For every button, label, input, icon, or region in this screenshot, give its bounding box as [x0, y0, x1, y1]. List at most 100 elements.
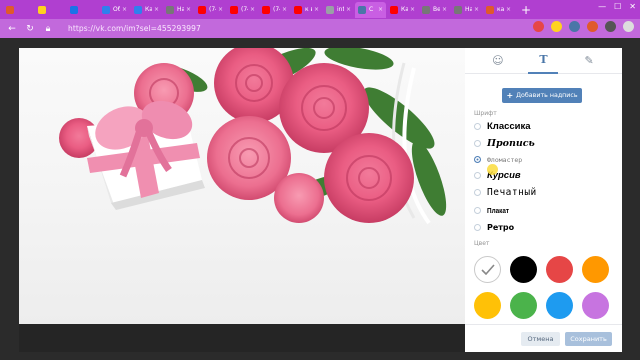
- tab-close-icon[interactable]: ×: [250, 6, 255, 13]
- extension-bar: [533, 21, 634, 32]
- font-label: Классика: [487, 121, 531, 132]
- tab-favicon-icon: [134, 5, 142, 14]
- font-option-propis[interactable]: Пропись: [474, 136, 535, 151]
- add-text-button[interactable]: + Добавить надпись: [502, 88, 582, 103]
- profile-avatar[interactable]: [623, 21, 634, 32]
- font-label: Пропись: [487, 138, 535, 149]
- mouse-cursor-highlight: [487, 164, 498, 175]
- browser-tab[interactable]: С ×: [355, 1, 386, 18]
- tab-sticker[interactable]: ☺: [483, 48, 513, 74]
- font-radio[interactable]: [474, 140, 481, 147]
- color-swatch-orange[interactable]: [582, 256, 609, 283]
- tab-close-icon[interactable]: ×: [474, 6, 479, 13]
- color-swatch-yellow[interactable]: [474, 292, 501, 319]
- font-radio[interactable]: [474, 189, 481, 196]
- extensions-icon[interactable]: [605, 21, 616, 32]
- tab-favicon-icon: [326, 5, 334, 14]
- color-swatch-blue[interactable]: [546, 292, 573, 319]
- minimize-icon[interactable]: —: [598, 2, 606, 11]
- photo-footer-strip: [19, 324, 465, 352]
- browser-tab[interactable]: Нас×: [451, 2, 482, 18]
- ext-red-icon[interactable]: [533, 21, 544, 32]
- tab-favicon-icon: [422, 5, 430, 14]
- tab-close-icon[interactable]: ×: [122, 6, 127, 13]
- close-icon[interactable]: ✕: [629, 2, 636, 11]
- font-option-flomaster[interactable]: Фломастер: [474, 152, 522, 167]
- tab-title: С: [369, 6, 374, 13]
- color-swatch-green[interactable]: [510, 292, 537, 319]
- url-field[interactable]: https://vk.com/im?sel=455293997: [68, 24, 201, 33]
- browser-tab[interactable]: Обі×: [99, 2, 130, 18]
- browser-tab[interactable]: (74)×: [227, 2, 258, 18]
- window-controls: — ☐ ✕: [598, 2, 636, 11]
- tab-close-icon[interactable]: ×: [314, 6, 319, 13]
- roses-gift-image: [59, 48, 447, 225]
- font-option-klassika[interactable]: Классика: [474, 119, 531, 134]
- cancel-button[interactable]: Отмена: [521, 332, 560, 346]
- maximize-icon[interactable]: ☐: [614, 2, 621, 11]
- add-text-label: Добавить надпись: [516, 92, 578, 99]
- font-radio[interactable]: [474, 172, 481, 179]
- tab-favicon-icon: [70, 5, 78, 14]
- tab-close-icon[interactable]: ×: [154, 6, 159, 13]
- color-swatch-white[interactable]: [474, 256, 501, 283]
- tab-favicon-icon: [6, 5, 14, 14]
- browser-tab[interactable]: inte×: [323, 2, 354, 18]
- font-radio[interactable]: [474, 207, 481, 214]
- tab-close-icon[interactable]: ×: [506, 6, 511, 13]
- color-swatch-red[interactable]: [546, 256, 573, 283]
- font-radio[interactable]: [474, 224, 481, 231]
- font-radio-selected[interactable]: [474, 156, 481, 163]
- font-label: Фломастер: [487, 155, 523, 164]
- tab-favicon-icon: [102, 5, 110, 14]
- new-tab-button[interactable]: +: [521, 2, 531, 18]
- editor-tabs: ☺ T ✎: [465, 48, 622, 74]
- tab-close-icon[interactable]: ×: [378, 6, 383, 13]
- color-swatch-black[interactable]: [510, 256, 537, 283]
- tab-favicon-icon: [294, 5, 302, 14]
- font-label: Печатный: [487, 187, 537, 198]
- tab-close-icon[interactable]: ×: [442, 6, 447, 13]
- tab-title: Веб: [433, 6, 440, 13]
- font-option-retro[interactable]: Ретро: [474, 220, 514, 235]
- color-swatch-purple[interactable]: [582, 292, 609, 319]
- tab-close-icon[interactable]: ×: [410, 6, 415, 13]
- tab-title: inte: [337, 6, 344, 13]
- browser-tab[interactable]: Нас×: [163, 2, 194, 18]
- tab-title: (74): [209, 6, 216, 13]
- browser-tab[interactable]: кар×: [483, 2, 514, 18]
- browser-tab[interactable]: Веб×: [419, 2, 450, 18]
- ext-yellow-icon[interactable]: [551, 21, 562, 32]
- color-section-label: Цвет: [474, 240, 490, 247]
- tab-favicon-icon: [262, 5, 270, 14]
- font-option-plakat[interactable]: Плакат: [474, 203, 513, 218]
- ext-orange-icon[interactable]: [587, 21, 598, 32]
- browser-tab[interactable]: Кар×: [131, 2, 162, 18]
- sticker-icon: ☺: [492, 54, 504, 67]
- ext-blue-icon[interactable]: [569, 21, 580, 32]
- browser-tab[interactable]: [3, 2, 34, 18]
- tab-close-icon[interactable]: ×: [186, 6, 191, 13]
- font-section-label: Шрифт: [474, 110, 497, 117]
- browser-tab[interactable]: [35, 2, 66, 18]
- browser-tab[interactable]: Как×: [387, 2, 418, 18]
- browser-tab[interactable]: [67, 2, 98, 18]
- browser-tab[interactable]: (74)×: [259, 2, 290, 18]
- plus-icon: +: [506, 91, 514, 100]
- tab-draw[interactable]: ✎: [574, 48, 604, 74]
- reload-icon[interactable]: ↻: [24, 24, 36, 34]
- tab-close-icon[interactable]: ×: [346, 6, 351, 13]
- save-button[interactable]: Сохранить: [565, 332, 612, 346]
- browser-tab[interactable]: (74)×: [195, 2, 226, 18]
- font-radio[interactable]: [474, 123, 481, 130]
- tab-close-icon[interactable]: ×: [282, 6, 287, 13]
- tab-text[interactable]: T: [528, 48, 559, 74]
- page-scroll-area: [622, 48, 640, 352]
- browser-tab[interactable]: к во×: [291, 2, 322, 18]
- check-icon: [480, 264, 495, 275]
- tab-close-icon[interactable]: ×: [218, 6, 223, 13]
- back-icon[interactable]: ←: [6, 24, 18, 34]
- tab-title: к во: [305, 6, 312, 13]
- font-option-pechatny[interactable]: Печатный: [474, 185, 537, 200]
- text-icon: T: [539, 53, 548, 66]
